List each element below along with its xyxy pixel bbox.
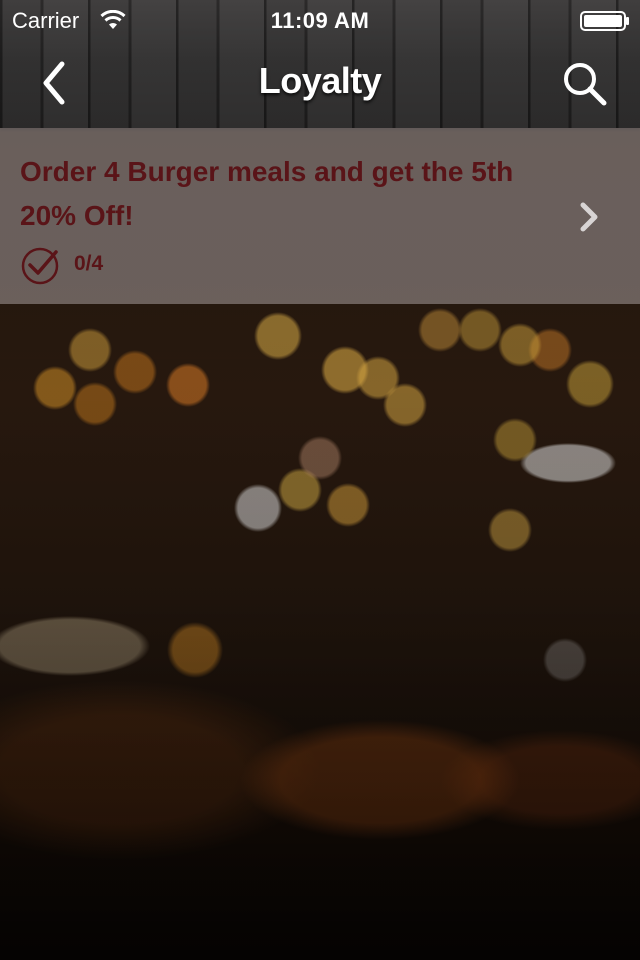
status-bar: Carrier 11:09 AM <box>0 0 640 40</box>
search-icon <box>564 63 607 106</box>
page-title: Loyalty <box>258 60 382 101</box>
check-circle-icon <box>20 246 62 286</box>
loyalty-item-title: Order 4 Burger meals and get the 5th 20%… <box>20 156 514 231</box>
status-time: 11:09 AM <box>270 8 370 33</box>
chevron-right-icon <box>576 200 602 234</box>
loyalty-item[interactable]: Order 4 Burger meals and get the 5th 20%… <box>0 128 640 304</box>
nav-header: Carrier 11:09 AM Loyalty <box>0 0 640 128</box>
loyalty-progress-count: 0/4 <box>74 252 104 275</box>
search-button[interactable] <box>556 56 612 110</box>
battery-icon <box>580 11 630 31</box>
